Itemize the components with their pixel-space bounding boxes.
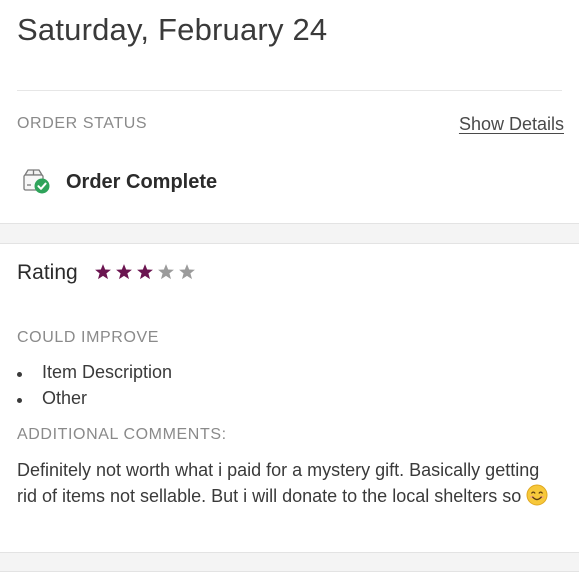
section-separator (0, 223, 579, 244)
divider (17, 90, 562, 91)
star-filled-icon (116, 264, 132, 280)
order-status-value: Order Complete (66, 171, 218, 193)
rating-label: Rating (17, 261, 78, 284)
bullet-icon (17, 372, 22, 377)
comment-body: Definitely not worth what i paid for a m… (17, 460, 540, 506)
star-filled-icon (137, 264, 153, 280)
star-empty-icon (179, 264, 195, 280)
package-check-icon (21, 168, 51, 194)
could-improve-label: COULD IMPROVE (17, 329, 160, 346)
bullet-icon (17, 397, 22, 403)
order-detail-page: Saturday, February 24 ORDER STATUS Show … (0, 0, 579, 580)
show-details-link[interactable]: Show Details (459, 114, 564, 135)
rating-stars (93, 262, 197, 282)
smiling-face-emoji-icon (526, 484, 548, 506)
list-item-label: Item Description (42, 362, 173, 382)
star-filled-icon (95, 264, 111, 280)
order-status-label: ORDER STATUS (17, 115, 148, 132)
star-empty-icon (158, 264, 174, 280)
additional-comments-label: ADDITIONAL COMMENTS: (17, 426, 227, 443)
list-item-label: Other (42, 387, 88, 408)
additional-comments-text: Definitely not worth what i paid for a m… (17, 458, 562, 509)
section-separator-bottom (0, 552, 579, 572)
order-date-title: Saturday, February 24 (17, 12, 328, 47)
